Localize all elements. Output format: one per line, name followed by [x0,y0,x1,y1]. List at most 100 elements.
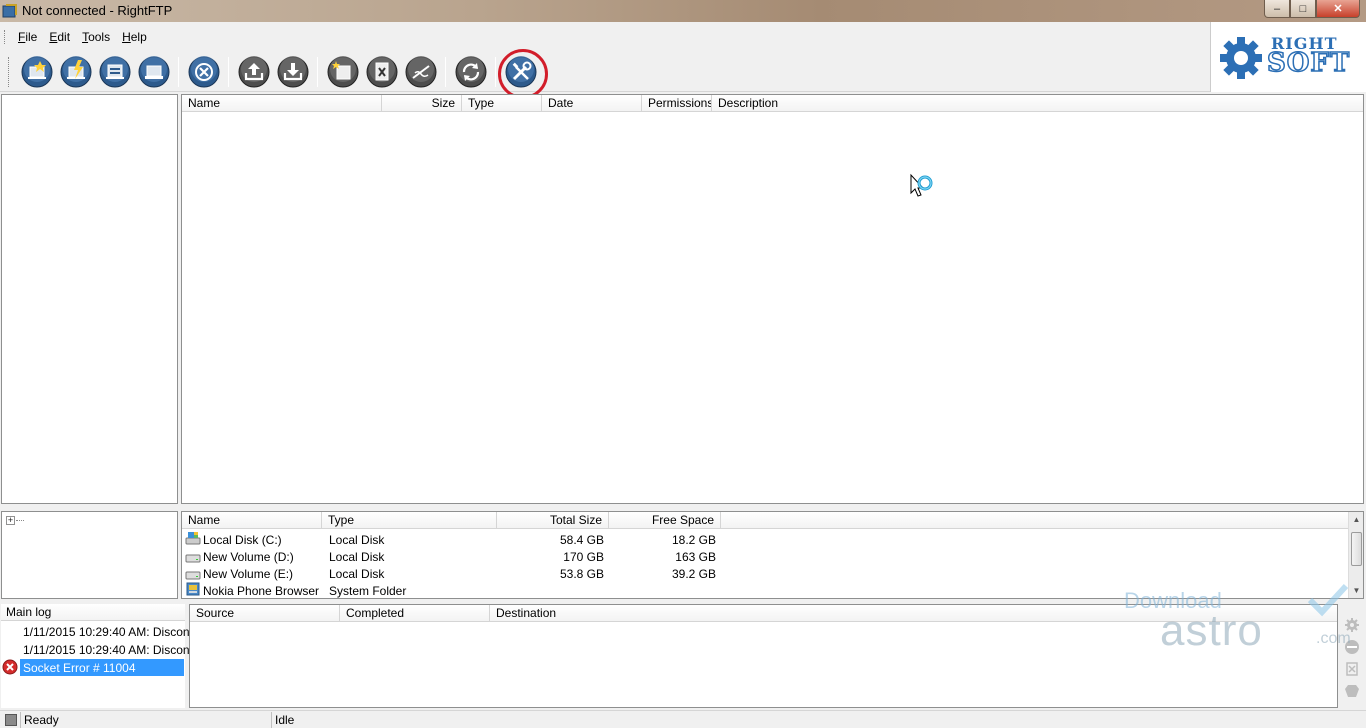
disconnect-button[interactable] [137,55,171,89]
refresh-button[interactable] [454,55,488,89]
site-manager-icon [99,56,130,88]
phone-browser-icon [186,582,200,596]
log-entry[interactable]: 1/11/2015 10:29:40 AM: Disconn [1,641,196,658]
column-header-permissions[interactable]: Permissions [642,95,712,112]
logo-text-soft: SOFT [1266,47,1351,79]
drive-name: Local Disk (C:) [203,533,282,547]
new-connection-icon [21,56,52,88]
column-header-name[interactable]: Name [182,95,382,112]
upload-icon [238,56,269,88]
queue-remove-icon[interactable] [1344,639,1360,655]
drive-free-space: 163 GB [675,550,716,564]
drive-total-size: 53.8 GB [559,567,604,581]
log-header[interactable]: Main log [1,604,185,621]
list-item[interactable]: Local Disk (C:) Local Disk 58.4 GB 18.2 … [182,531,1342,548]
menu-file[interactable]: File [16,30,39,44]
local-file-list[interactable]: Name Type Total Size Free Space Local Di… [181,511,1364,599]
new-folder-icon [327,56,358,88]
list-item[interactable]: New Volume (E:) Local Disk 53.8 GB 39.2 … [182,565,1342,582]
column-header-destination[interactable]: Destination [490,605,1337,622]
status-bar: Ready Idle [0,710,1366,728]
minimize-button[interactable]: – [1264,0,1290,18]
column-header-total-size[interactable]: Total Size [497,512,609,529]
drive-name: New Volume (E:) [203,567,294,581]
log-entry[interactable]: 1/11/2015 10:29:40 AM: Disconn [1,623,196,640]
scroll-down-arrow[interactable]: ▼ [1349,583,1364,598]
toolbar-grip[interactable] [8,57,11,87]
column-header-type[interactable]: Type [322,512,497,529]
drive-total-size: 58.4 GB [559,533,604,547]
tree-expander[interactable]: + [6,516,15,525]
status-indicator-icon [5,714,17,726]
queue-stop-icon[interactable] [1344,683,1360,699]
toolbar-separator [317,57,318,87]
stop-icon [188,56,219,88]
refresh-icon [455,56,486,88]
new-folder-button[interactable] [326,55,360,89]
toolbar-separator [445,57,446,87]
column-header-date[interactable]: Date [542,95,642,112]
scroll-up-arrow[interactable]: ▲ [1349,512,1364,527]
rename-icon [405,56,436,88]
rename-button[interactable] [404,55,438,89]
delete-button[interactable] [365,55,399,89]
drive-total-size: 170 GB [563,550,604,564]
drive-type: Local Disk [329,533,385,547]
tree-connector [16,520,24,521]
column-header-free-space[interactable]: Free Space [609,512,721,529]
menu-help[interactable]: Help [120,30,149,44]
quick-connect-icon [60,56,91,88]
drive-type: Local Disk [329,567,385,581]
main-log-panel: Main log 1/11/2015 10:29:40 AM: Disconn … [1,604,196,708]
column-header-size[interactable]: Size [382,95,462,112]
close-button[interactable]: ✕ [1316,0,1360,18]
window-title: Not connected - RightFTP [22,3,173,18]
maximize-button[interactable]: □ [1290,0,1316,18]
drive-icon [185,554,201,563]
local-folder-tree[interactable]: + [1,511,178,599]
download-button[interactable] [276,55,310,89]
command-area: File Edit Tools Help [0,22,1210,99]
column-header-description[interactable]: Description [712,95,1363,112]
settings-button[interactable] [497,49,548,99]
stop-button[interactable] [187,55,221,89]
list-item[interactable]: Nokia Phone Browser System Folder [182,582,1342,599]
menu-bar: File Edit Tools Help [16,30,149,44]
drive-icon [185,571,201,580]
toolbar-separator [178,57,179,87]
column-header-completed[interactable]: Completed [340,605,490,622]
remote-file-list[interactable]: Name Size Type Date Permissions Descript… [181,94,1364,504]
local-list-scrollbar[interactable]: ▲ ▼ [1348,512,1363,598]
download-icon [277,56,308,88]
main-toolbar [8,49,548,99]
new-connection-button[interactable] [20,55,54,89]
quick-connect-button[interactable] [59,55,93,89]
drive-name: New Volume (D:) [203,550,294,564]
settings-tools-icon [505,56,536,88]
system-drive-icon [185,532,201,545]
disconnect-monitor-icon [138,56,169,88]
list-item[interactable]: New Volume (D:) Local Disk 170 GB 163 GB [182,548,1342,565]
scroll-thumb[interactable] [1351,532,1362,566]
error-icon [2,659,18,675]
remote-folder-tree[interactable] [1,94,178,504]
menu-tools[interactable]: Tools [80,30,112,44]
drive-name: Nokia Phone Browser [203,584,320,598]
column-header-source[interactable]: Source [190,605,340,622]
transfer-queue[interactable]: Source Completed Destination [189,604,1338,708]
menu-grip[interactable] [4,30,7,44]
menu-edit[interactable]: Edit [47,30,72,44]
queue-settings-icon[interactable] [1344,617,1360,633]
column-header-name[interactable]: Name [182,512,322,529]
upload-button[interactable] [237,55,271,89]
toolbar-separator [495,57,496,87]
drive-free-space: 18.2 GB [671,533,716,547]
status-ready: Ready [20,712,271,728]
status-idle: Idle [271,712,1366,728]
delete-icon [366,56,397,88]
toolbar-separator [228,57,229,87]
column-header-type[interactable]: Type [462,95,542,112]
site-manager-button[interactable] [98,55,132,89]
queue-clear-icon[interactable] [1344,661,1360,677]
log-entry-error[interactable]: Socket Error # 11004 [1,659,185,676]
